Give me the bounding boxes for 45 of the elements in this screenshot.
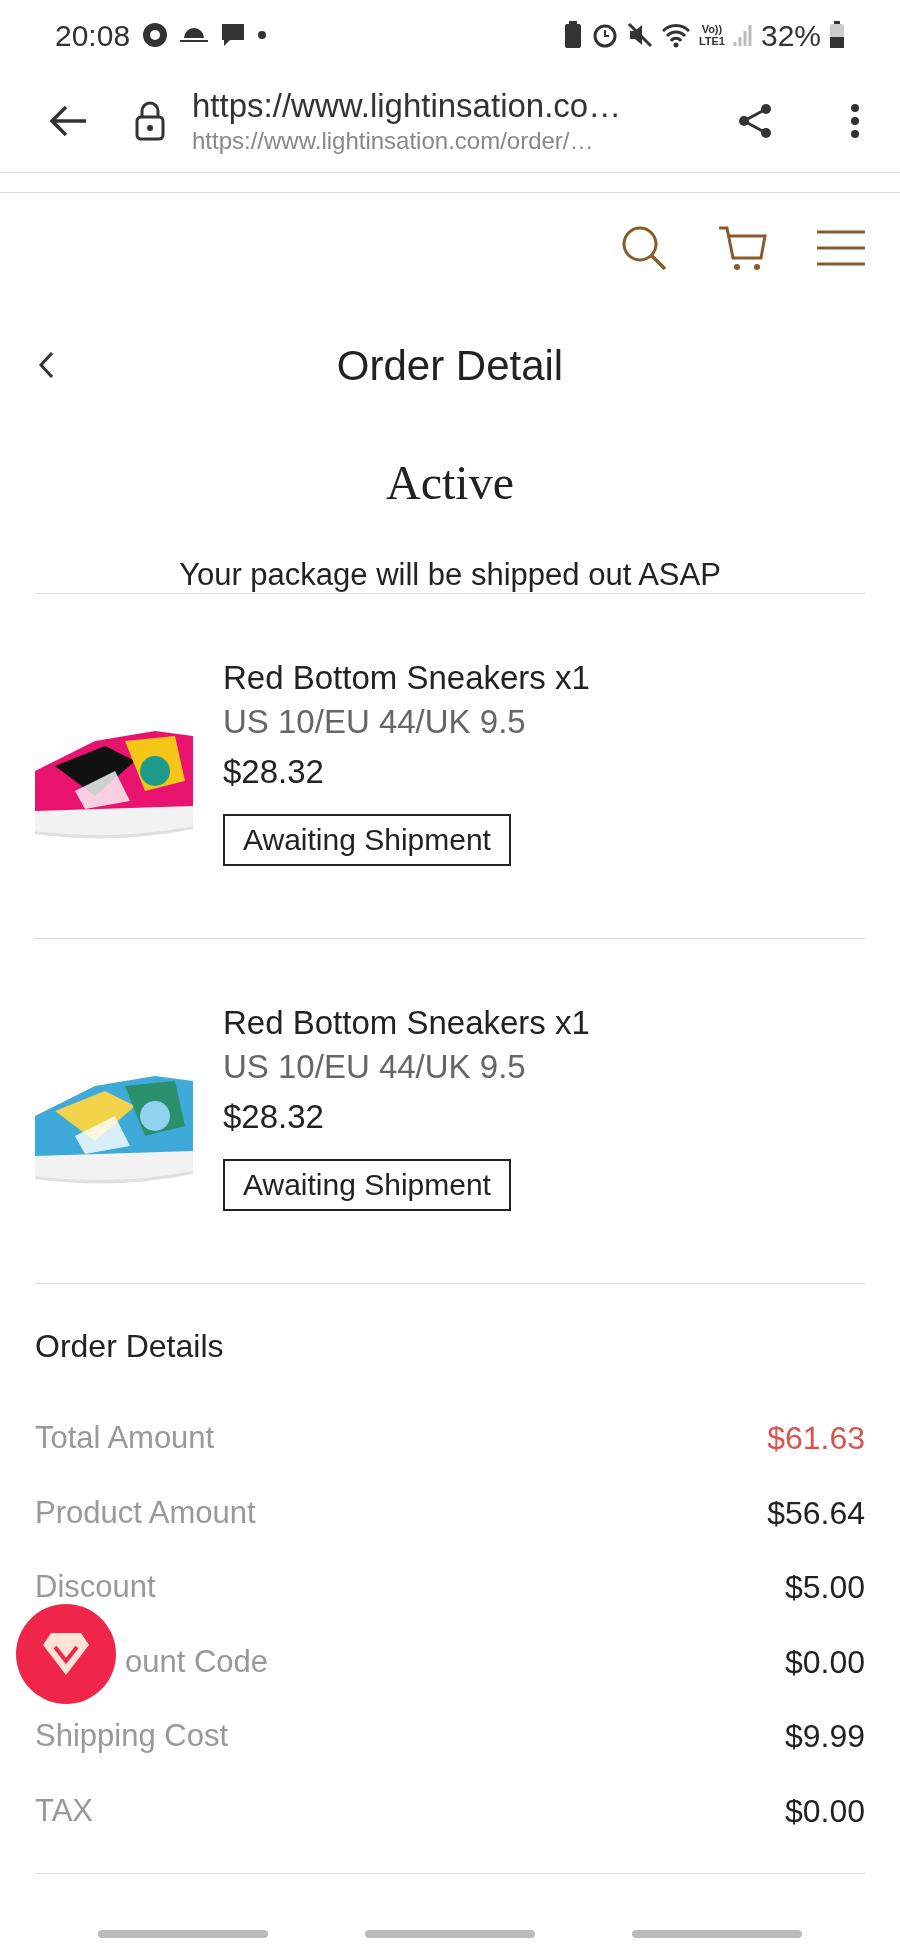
- summary-value: $9.99: [784, 1717, 865, 1757]
- summary-label: Shipping Cost: [35, 1717, 228, 1755]
- back-arrow-icon[interactable]: [48, 104, 88, 138]
- order-status: Active: [386, 455, 514, 511]
- shipping-message: Your package will be shipped out ASAP: [179, 557, 721, 593]
- product-name: Red Bottom Sneakers x1: [223, 1003, 590, 1043]
- back-chevron-icon[interactable]: [38, 351, 54, 379]
- share-icon[interactable]: [738, 103, 774, 139]
- battery-icon: [829, 21, 845, 49]
- cart-icon[interactable]: [717, 224, 767, 272]
- product-price: $28.32: [223, 1097, 325, 1137]
- product-variant: US 10/EU 44/UK 9.5: [223, 702, 527, 742]
- search-icon[interactable]: [621, 225, 667, 271]
- shipment-status: Awaiting Shipment: [223, 1159, 511, 1211]
- signal-icon: [732, 22, 753, 48]
- lock-icon: [134, 101, 166, 141]
- product-price: $28.32: [223, 752, 325, 792]
- summary-label: Product Amount: [35, 1493, 256, 1532]
- menu-icon[interactable]: [817, 230, 865, 266]
- summary-value: $0.00: [784, 1642, 865, 1682]
- diamond-icon: [41, 1631, 91, 1677]
- battery-level: 32%: [760, 17, 821, 54]
- summary-label: ount Code: [125, 1642, 269, 1681]
- wifi-icon: [660, 22, 691, 48]
- dot-icon: [258, 31, 267, 39]
- battery-saver-icon: [562, 21, 583, 49]
- message-icon: [220, 22, 247, 48]
- clock: 20:08: [55, 17, 131, 54]
- summary-value: $5.00: [784, 1568, 865, 1608]
- page-title: https://www.lightinsation.co…: [192, 86, 623, 126]
- summary-label: Total Amount: [35, 1419, 215, 1457]
- product-name: Red Bottom Sneakers x1: [223, 658, 590, 698]
- page-heading: Order Detail: [336, 340, 564, 391]
- summary-label: TAX: [35, 1791, 93, 1830]
- summary-value: $0.00: [784, 1791, 865, 1831]
- product-variant: US 10/EU 44/UK 9.5: [223, 1047, 527, 1087]
- summary-label: Discount: [35, 1568, 156, 1606]
- section-title: Order Details: [35, 1328, 224, 1364]
- summary-value: $61.63: [767, 1419, 865, 1459]
- summary-value: $56.64: [767, 1493, 865, 1533]
- shipment-status: Awaiting Shipment: [223, 814, 511, 866]
- mute-icon: [626, 22, 653, 48]
- network-label: Vo)) LTE1: [698, 23, 725, 47]
- more-icon[interactable]: [850, 103, 860, 139]
- url-text: https://www.lightinsation.com/order/…: [192, 126, 595, 156]
